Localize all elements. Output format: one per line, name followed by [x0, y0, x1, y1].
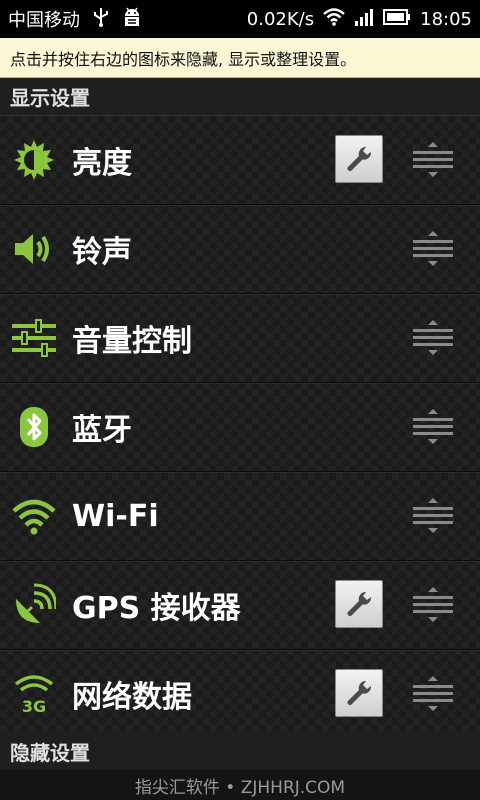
wrench-icon	[347, 680, 372, 705]
drag-handle-icon[interactable]	[412, 319, 454, 357]
wifi-icon	[323, 7, 345, 31]
signal-icon	[354, 8, 374, 31]
section-header-shown: 显示设置	[0, 78, 480, 116]
list-item-wifi[interactable]: Wi-Fi	[0, 472, 480, 561]
list-item-gps[interactable]: GPS 接收器	[0, 561, 480, 650]
carrier-name: 中国移动	[8, 10, 80, 31]
wrench-icon	[347, 146, 372, 171]
wifi-icon	[12, 494, 56, 538]
status-bar: 中国移动 0.02K/s 18:05	[0, 0, 480, 38]
watermark: 指尖汇软件 • ZJHHRJ.COM	[0, 770, 480, 800]
section-header-hidden: 隐藏设置	[0, 733, 480, 771]
drag-handle-icon[interactable]	[412, 408, 454, 446]
settings-wrench-button[interactable]	[335, 580, 383, 628]
wrench-icon	[347, 591, 372, 616]
list-item-ringtone[interactable]: 铃声	[0, 205, 480, 294]
drag-handle-icon[interactable]	[412, 675, 454, 713]
list-item-brightness[interactable]: 亮度	[0, 116, 480, 205]
battery-icon	[383, 8, 411, 30]
list-item-volume-control[interactable]: 音量控制	[0, 294, 480, 383]
3g-data-icon: 3G	[12, 672, 56, 716]
brightness-icon	[12, 138, 56, 182]
settings-wrench-button[interactable]	[335, 135, 383, 183]
item-label: 蓝牙	[72, 413, 132, 448]
item-label: GPS 接收器	[72, 591, 241, 626]
drag-handle-icon[interactable]	[412, 497, 454, 535]
gps-satellite-icon	[12, 583, 58, 627]
item-label: 音量控制	[72, 324, 192, 359]
settings-list: 亮度 铃声 音量控制 蓝牙 Wi-Fi GPS 接收器 3G 网络数据	[0, 116, 480, 739]
settings-wrench-button[interactable]	[335, 669, 383, 717]
bluetooth-icon	[12, 405, 56, 449]
hint-banner: 点击并按住右边的图标来隐藏, 显示或整理设置。	[0, 38, 480, 78]
item-label: Wi-Fi	[72, 498, 159, 534]
item-label: 网络数据	[72, 680, 192, 715]
usb-icon	[92, 7, 110, 32]
item-label: 亮度	[72, 146, 132, 181]
speaker-icon	[12, 227, 56, 271]
clock: 18:05	[420, 8, 472, 30]
svg-text:3G: 3G	[22, 697, 46, 716]
volume-sliders-icon	[12, 316, 56, 360]
drag-handle-icon[interactable]	[412, 230, 454, 268]
drag-handle-icon[interactable]	[412, 141, 454, 179]
item-label: 铃声	[72, 235, 132, 270]
network-speed: 0.02K/s	[246, 8, 315, 30]
drag-handle-icon[interactable]	[412, 586, 454, 624]
list-item-network-data[interactable]: 3G 网络数据	[0, 650, 480, 739]
android-debug-icon	[122, 6, 142, 33]
list-item-bluetooth[interactable]: 蓝牙	[0, 383, 480, 472]
